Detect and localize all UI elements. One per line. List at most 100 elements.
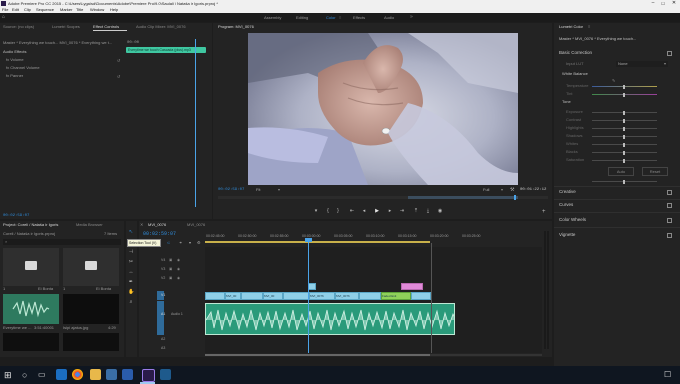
track-area[interactable]: MVI_00 MVI_00 MVI_0076 MVI_0076 Faded Ex… (205, 238, 549, 353)
zoom-tool-icon[interactable]: ⌕ (128, 299, 134, 305)
workspace-effects[interactable]: Effects (353, 13, 365, 22)
eye-icon[interactable]: ◉ (177, 267, 180, 271)
auto-button[interactable]: Auto (608, 167, 634, 176)
program-timecode-left[interactable]: 00:02:59:07 (218, 187, 244, 193)
clip-v1[interactable] (411, 292, 431, 300)
tone-whites-slider[interactable] (592, 142, 657, 147)
slip-tool-icon[interactable]: ↔ (128, 269, 134, 275)
ripple-edit-icon[interactable]: ⊣ (128, 249, 134, 255)
section-checkbox[interactable] (667, 51, 672, 56)
lumetri-title[interactable]: Lumetri Color (559, 23, 583, 31)
scrub-playhead[interactable] (514, 195, 516, 200)
ec-timecode[interactable]: 00:02:59:07 (3, 213, 29, 219)
pen-tool-icon[interactable]: ✒ (128, 279, 134, 285)
track-v4[interactable]: V4 (161, 258, 165, 262)
maximize-button[interactable]: ☐ (658, 0, 668, 7)
tab-source[interactable]: Source: (no clips) (3, 23, 34, 31)
lock-icon[interactable]: ▣ (169, 267, 172, 271)
section-checkbox[interactable] (667, 203, 672, 208)
edge-browser-icon[interactable] (56, 369, 67, 380)
clip-v1[interactable] (241, 292, 263, 300)
workspace-more-icon[interactable]: » (410, 13, 413, 22)
clip-thumbnail-image[interactable] (63, 294, 119, 324)
eyedropper-icon[interactable]: ✎ (612, 78, 615, 83)
track-a1[interactable]: A1 (161, 312, 165, 316)
track-a1-target[interactable] (157, 301, 164, 335)
lock-icon[interactable]: ▣ (169, 276, 172, 280)
track-v3[interactable]: V3 (161, 267, 165, 271)
play-icon[interactable]: ▶ (374, 208, 380, 214)
step-forward-icon[interactable]: ▸ (387, 208, 393, 214)
timeline-scrollbar[interactable] (205, 354, 549, 356)
section-color-wheels[interactable]: Color Wheels (559, 214, 586, 225)
photos-icon[interactable] (160, 369, 171, 380)
clip-v1[interactable] (283, 292, 309, 300)
add-marker-icon[interactable]: ▾ (313, 208, 319, 214)
selection-tool-icon[interactable]: ↖ (128, 229, 134, 235)
premiere-icon[interactable] (142, 369, 155, 382)
close-button[interactable]: ✕ (668, 0, 680, 7)
section-checkbox[interactable] (667, 190, 672, 195)
wrench-icon[interactable]: ⚒ (510, 187, 514, 193)
close-icon[interactable]: ✕ (140, 221, 143, 229)
tone-shadows-slider[interactable] (592, 134, 657, 139)
tone-contrast-slider[interactable] (592, 118, 657, 123)
clip-thumbnail-audio[interactable] (3, 294, 59, 324)
chrome-icon[interactable] (72, 369, 83, 380)
clip-v1[interactable]: MVI_0076 (335, 292, 359, 300)
project-search[interactable]: ⌕ (3, 239, 121, 245)
tone-saturation-slider[interactable] (592, 158, 657, 163)
clip-v1[interactable] (205, 292, 225, 300)
hand-tool-icon[interactable]: ✋ (128, 289, 134, 295)
file-explorer-icon[interactable] (90, 369, 101, 380)
clip-v2[interactable] (308, 283, 316, 290)
lock-icon[interactable]: ▣ (169, 258, 172, 262)
track-a2[interactable]: A2 (161, 337, 165, 341)
eye-icon[interactable]: ◉ (177, 276, 180, 280)
go-to-in-icon[interactable]: ⇤ (349, 208, 355, 214)
clip-v1[interactable]: MVI_0076 (309, 292, 335, 300)
fit-dropdown[interactable]: Fit ▾ (256, 187, 282, 193)
notification-icon[interactable]: ☐ (664, 369, 671, 381)
program-scrub-bar[interactable] (218, 195, 548, 200)
lumetri-master[interactable]: Master * MVI_0076 * Everything we touch.… (559, 36, 636, 42)
clip-v1[interactable]: MVI_00 (263, 292, 283, 300)
task-view-icon[interactable]: ▭ (38, 369, 46, 381)
wb-tint-slider[interactable] (592, 92, 657, 97)
clip-thumbnail-empty[interactable] (3, 333, 59, 351)
timeline-timecode[interactable]: 00:02:59:07 (143, 231, 176, 237)
timeline-playhead[interactable] (308, 239, 309, 353)
eye-icon[interactable]: ◉ (177, 258, 180, 262)
clip-v1[interactable]: MVI_00 (225, 292, 241, 300)
section-checkbox[interactable] (667, 218, 672, 223)
tab-timeline-seq[interactable]: MVI_0076 (148, 221, 166, 229)
tone-highlights-slider[interactable] (592, 126, 657, 131)
tone-exposure-slider[interactable] (592, 110, 657, 115)
add-marker-icon[interactable]: ▾ (189, 240, 191, 245)
saturation-slider[interactable] (592, 179, 657, 184)
keyframe-reset-icon-2[interactable]: ↺ (117, 74, 120, 79)
keyframe-reset-icon[interactable]: ↺ (117, 58, 120, 63)
ec-playhead[interactable] (195, 39, 196, 207)
mark-out-icon[interactable]: } (335, 208, 341, 214)
audio-clip-a1[interactable] (205, 303, 455, 335)
full-dropdown[interactable]: Full ▾ (483, 187, 505, 193)
mark-in-icon[interactable]: { (325, 208, 331, 214)
section-basic-correction[interactable]: Basic Correction (559, 47, 592, 58)
clip-v1-faded-exit[interactable]: Faded Exit (381, 292, 411, 300)
linked-selection-icon[interactable]: ⚭ (179, 240, 182, 245)
program-video-frame[interactable] (248, 33, 518, 185)
section-creative[interactable]: Creative (559, 186, 576, 197)
mail-icon[interactable] (122, 369, 133, 380)
step-back-icon[interactable]: ◂ (361, 208, 367, 214)
section-curves[interactable]: Curves (559, 199, 573, 210)
reset-button[interactable]: Reset (642, 167, 668, 176)
clip-v1[interactable] (359, 292, 381, 300)
track-v1[interactable]: V1 (161, 293, 165, 297)
tab-timeline-seq-2[interactable]: MVI_0076 (187, 221, 205, 229)
tab-audio-clip-mixer[interactable]: Audio Clip Mixer: MVI_0076 (136, 23, 186, 31)
track-v2[interactable]: V2 (161, 276, 165, 280)
tab-lumetri-scopes[interactable]: Lumetri Scopes (52, 23, 80, 31)
timeline-ruler[interactable]: 00:02:45:00 00:02:50:00 00:02:55:00 00:0… (205, 234, 549, 243)
bin-item[interactable] (63, 248, 119, 286)
